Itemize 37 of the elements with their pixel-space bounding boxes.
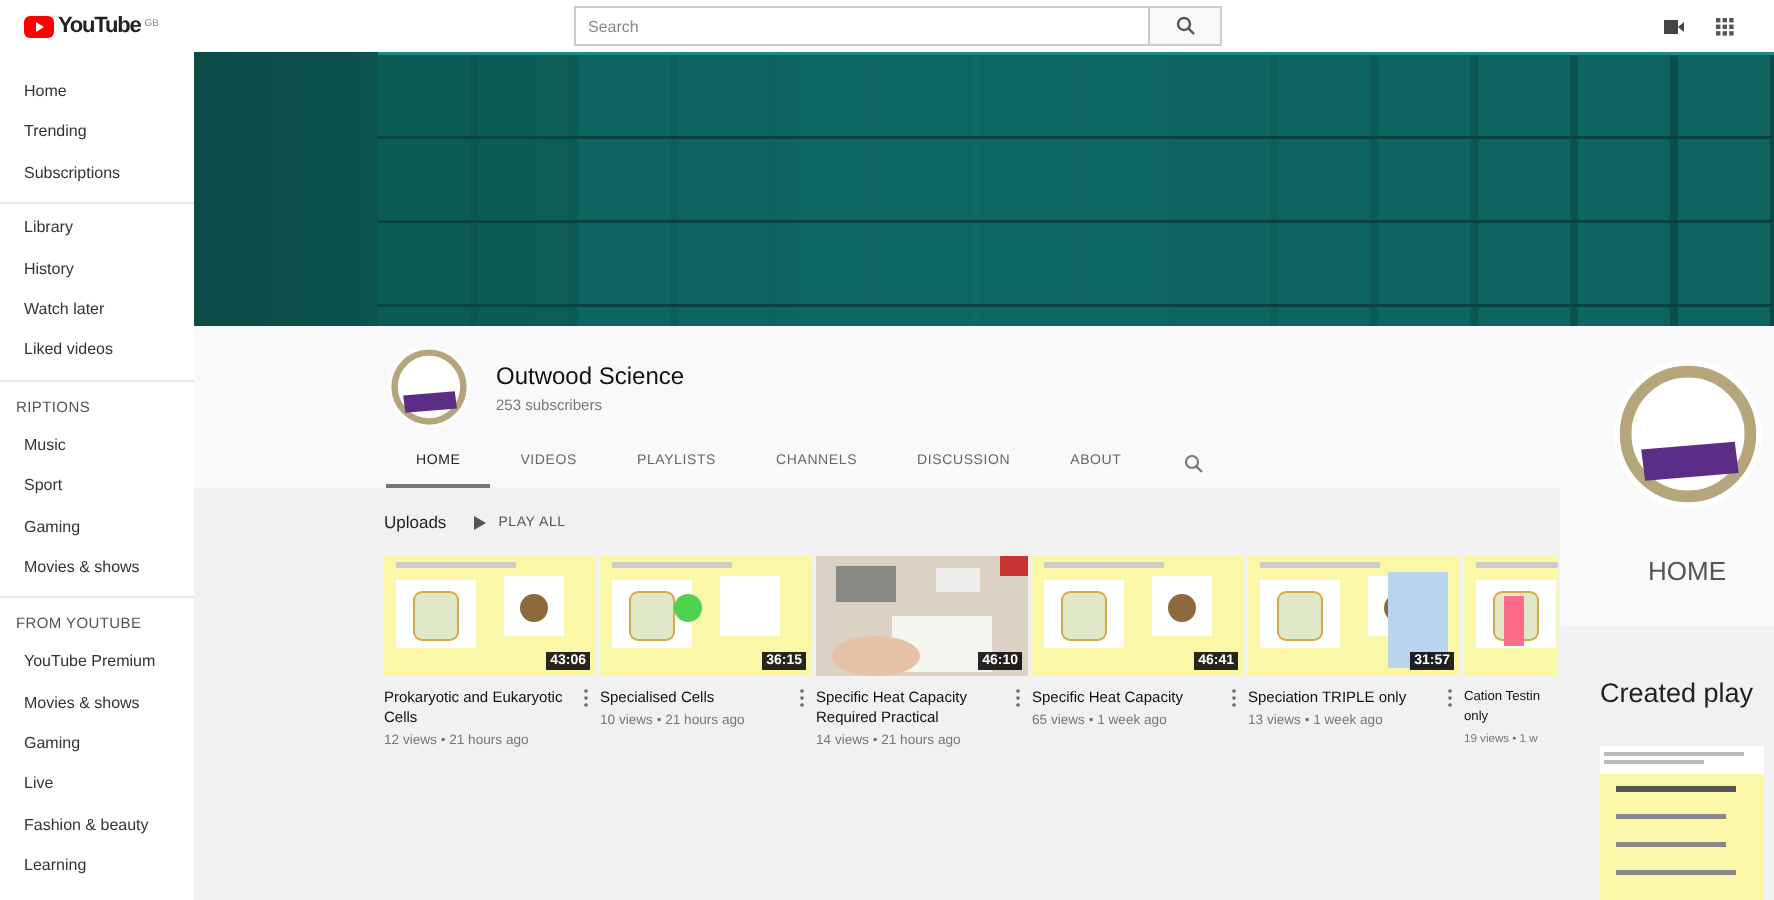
sidebar-item[interactable]: Trending (0, 112, 194, 154)
more-icon[interactable] (1228, 688, 1240, 708)
video-camera-icon[interactable] (1664, 19, 1684, 33)
search-field[interactable]: Search (574, 6, 1150, 46)
channel-name: Outwood Science (496, 361, 685, 389)
sidebar-item[interactable]: Learning (0, 846, 194, 888)
channel-avatar[interactable] (386, 344, 472, 430)
sidebar-item[interactable]: Music (0, 425, 194, 467)
logo-text[interactable]: YouTube (58, 14, 141, 38)
sidebar-item[interactable]: Live (0, 764, 194, 806)
sidebar-item[interactable]: Home (0, 72, 194, 113)
logo-icon (24, 15, 54, 37)
more-icon[interactable] (796, 688, 808, 708)
section-heading: Created play (1600, 678, 1756, 708)
region-label: GB (144, 18, 159, 30)
more-icon[interactable] (580, 688, 592, 708)
apps-grid-icon[interactable] (1716, 17, 1734, 35)
sidebar-item[interactable]: Gaming (0, 724, 194, 765)
sidebar-item[interactable]: Subscriptions (0, 153, 194, 195)
search-button[interactable] (1150, 6, 1222, 46)
sidebar-item[interactable]: YouTube Premium (0, 642, 194, 684)
sidebar-item[interactable]: Movies & shows (0, 683, 194, 725)
channel-tab[interactable]: HOME (1648, 556, 1726, 586)
play-icon (474, 515, 487, 529)
more-icon[interactable] (1012, 688, 1024, 708)
sidebar-item[interactable]: History (0, 249, 194, 290)
more-icon[interactable] (1444, 688, 1456, 708)
sidebar-item[interactable]: Movies & shows (0, 547, 194, 589)
sidebar-item[interactable]: Sport (0, 466, 194, 508)
search-icon (1175, 16, 1195, 36)
sidebar-item[interactable]: Fashion & beauty (0, 805, 194, 847)
sidebar-item[interactable]: Library (0, 208, 194, 250)
shelf-title: Uploads (384, 512, 447, 532)
sidebar-item[interactable]: Gaming (0, 507, 194, 548)
sidebar-item[interactable]: Watch later (0, 289, 194, 331)
search-icon[interactable] (1183, 454, 1204, 474)
sidebar-item[interactable]: Liked videos (0, 330, 194, 372)
